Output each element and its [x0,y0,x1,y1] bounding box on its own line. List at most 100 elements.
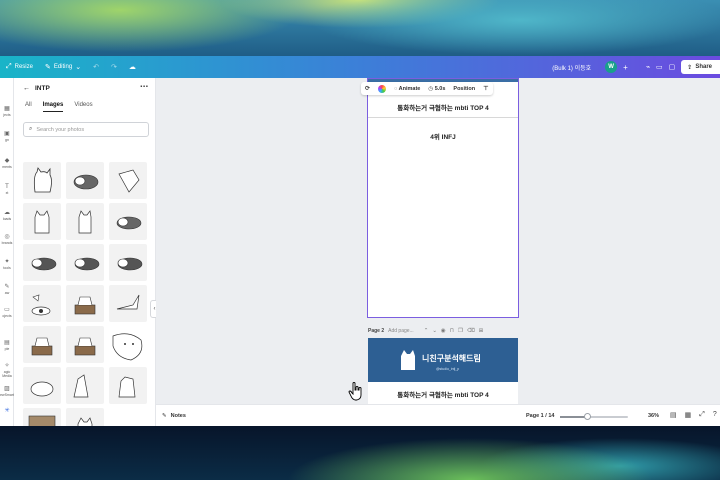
help-icon[interactable]: ? [713,411,717,419]
element-toolbar: ⟳ ◌ Animate ◷ 5.0s Position ⊤ [361,82,493,95]
cloud-save-button[interactable]: ☁ [129,63,136,71]
delete-icon[interactable]: ⌫ [467,328,475,334]
resize-icon: ⤢ [6,63,12,70]
pages-grid-icon[interactable]: ▤ [670,411,677,419]
rail-item-projects-2[interactable]: ▭ ojects [0,307,14,318]
more-options-icon[interactable]: ⋯ [140,82,148,91]
image-tile[interactable] [23,162,61,199]
duplicate-icon[interactable]: ❐ [458,328,463,334]
search-icon: ⌕ [29,126,33,132]
image-tile[interactable] [109,244,147,281]
undo-button[interactable]: ↶ [93,63,99,71]
image-tile[interactable] [109,367,147,404]
banner-subtitle: @studio_intj_p [436,367,460,371]
apps-icon: ▤ [4,340,10,346]
draw-icon: ✎ [4,284,10,290]
image-tile[interactable] [109,326,147,363]
position-button[interactable]: Position [453,86,475,92]
rail-item-draw[interactable]: ✎ aw [0,284,14,295]
zoom-level[interactable]: 36% [648,413,659,419]
page-1-title[interactable]: 통화하는거 극혐하는 mbti TOP 4 [368,102,518,112]
zoom-slider-handle[interactable] [584,413,591,420]
duration-button[interactable]: ◷ 5.0s [428,86,445,92]
canva-editor-window: ⤢ Resize ✎ Editing ⌄ ↶ ↷ ☁ (Bulk 1) 이등호 … [0,56,720,426]
image-tile[interactable] [109,285,147,322]
back-arrow-icon[interactable]: ← [23,85,30,92]
image-tile[interactable] [23,285,61,322]
comment-icon[interactable]: ▢ [669,63,676,71]
image-tile[interactable] [66,162,104,199]
hide-page-icon[interactable]: ◉ [441,328,446,334]
smart-icon: ▨ [4,386,10,392]
image-tile[interactable] [23,244,61,281]
page-2-banner: 니친구분석해드림 @studio_intj_p [368,338,518,382]
zoom-slider-fill [560,416,587,418]
resize-button[interactable]: ⤢ Resize [6,63,33,71]
color-picker-icon[interactable] [378,84,387,93]
image-tile[interactable] [66,408,104,426]
rail-item-tools[interactable]: ✦ tools [0,259,14,270]
lock-icon[interactable]: ⊓ [450,328,454,334]
panel-tabs: All Images Videos [25,102,93,112]
rail-item-apps-2[interactable]: ✳ [0,408,14,415]
images-panel: ← INTP ⋯ All Images Videos ⌕ Search your… [14,78,168,426]
rail-item-text[interactable]: Txt [0,184,14,195]
editing-mode-button[interactable]: ✎ Editing ⌄ [45,63,81,71]
add-collaborator-icon[interactable]: + [623,63,628,72]
image-tile[interactable] [66,367,104,404]
add-page-icon[interactable]: ⊞ [479,328,484,334]
cloud-icon: ☁ [128,64,136,71]
search-photos-input[interactable]: ⌕ Search your photos [23,122,149,137]
rail-item-newsmart[interactable]: ▨ ewSmart [0,386,14,397]
animate-button[interactable]: ◌ Animate [394,86,420,92]
resize-label: Resize [14,64,33,70]
rail-item-elements[interactable]: ◆ ments [0,158,14,169]
present-icon[interactable]: ▭ [656,63,663,71]
tab-all[interactable]: All [25,102,32,112]
panel-title: INTP [35,84,50,92]
image-tile[interactable] [23,408,61,426]
rail-item-uploads[interactable]: ☁ loads [0,210,14,221]
image-tile[interactable] [66,203,104,240]
fullscreen-icon[interactable]: ⤢ [699,411,705,419]
grid-icon: ▦ [4,106,10,112]
page-indicator[interactable]: Page 1 / 14 [526,413,554,419]
document-title[interactable]: (Bulk 1) 이등호 [552,63,591,72]
image-tile[interactable] [109,162,147,199]
chevron-down-icon[interactable]: ⌄ [432,328,437,334]
rail-item-projects[interactable]: ▦ jects [0,106,14,117]
image-tile[interactable] [23,203,61,240]
share-button[interactable]: ⇪ Share [681,60,720,74]
left-icon-rail: ▦ jects ▣ gn ◆ ments Txt ☁ loads ◎ brands ✦ to… [0,78,14,426]
analytics-icon[interactable]: ⌁ [646,63,650,71]
image-tile[interactable] [109,203,147,240]
image-tile[interactable] [66,285,104,322]
tab-videos[interactable]: Videos [74,102,92,112]
avatar[interactable]: W [605,61,618,73]
rail-item-brand[interactable]: ◎ brands [0,234,14,245]
page-1-rank-text[interactable]: 4위 INFJ [368,131,518,141]
rail-item-design[interactable]: ▣ gn [0,131,14,142]
refresh-icon[interactable]: ⟳ [365,85,370,92]
rail-item-magic-media[interactable]: ✧ agic Media [0,363,14,378]
top-bar: ⤢ Resize ✎ Editing ⌄ ↶ ↷ ☁ (Bulk 1) 이등호 … [0,56,720,78]
editing-label: Editing [53,64,73,70]
image-tile[interactable] [23,326,61,363]
grid-view-icon[interactable]: ▦ [685,411,692,419]
page-2-title[interactable]: 통화하는거 극혐하는 mbti TOP 4 [368,389,518,399]
page-2-canvas[interactable]: 니친구분석해드림 @studio_intj_p 통화하는거 극혐하는 mbti … [368,338,518,410]
add-page-title[interactable]: Add page... [388,328,414,334]
chevron-up-icon[interactable]: ⌃ [424,328,429,334]
zoom-slider[interactable] [560,413,628,420]
rail-item-apps[interactable]: ▤ ple [0,340,14,351]
magic-icon: ✧ [4,363,10,369]
image-tile[interactable] [66,326,104,363]
notes-button[interactable]: ✎ Notes [162,413,186,419]
text-icon: T [5,184,9,190]
page-1-canvas[interactable]: 통화하는거 극혐하는 mbti TOP 4 4위 INFJ [367,78,519,318]
image-tile[interactable] [23,367,61,404]
redo-button[interactable]: ↷ [111,63,117,71]
tab-images[interactable]: Images [42,102,64,112]
image-tile[interactable] [66,244,104,281]
format-paint-icon[interactable]: ⊤ [483,85,488,92]
